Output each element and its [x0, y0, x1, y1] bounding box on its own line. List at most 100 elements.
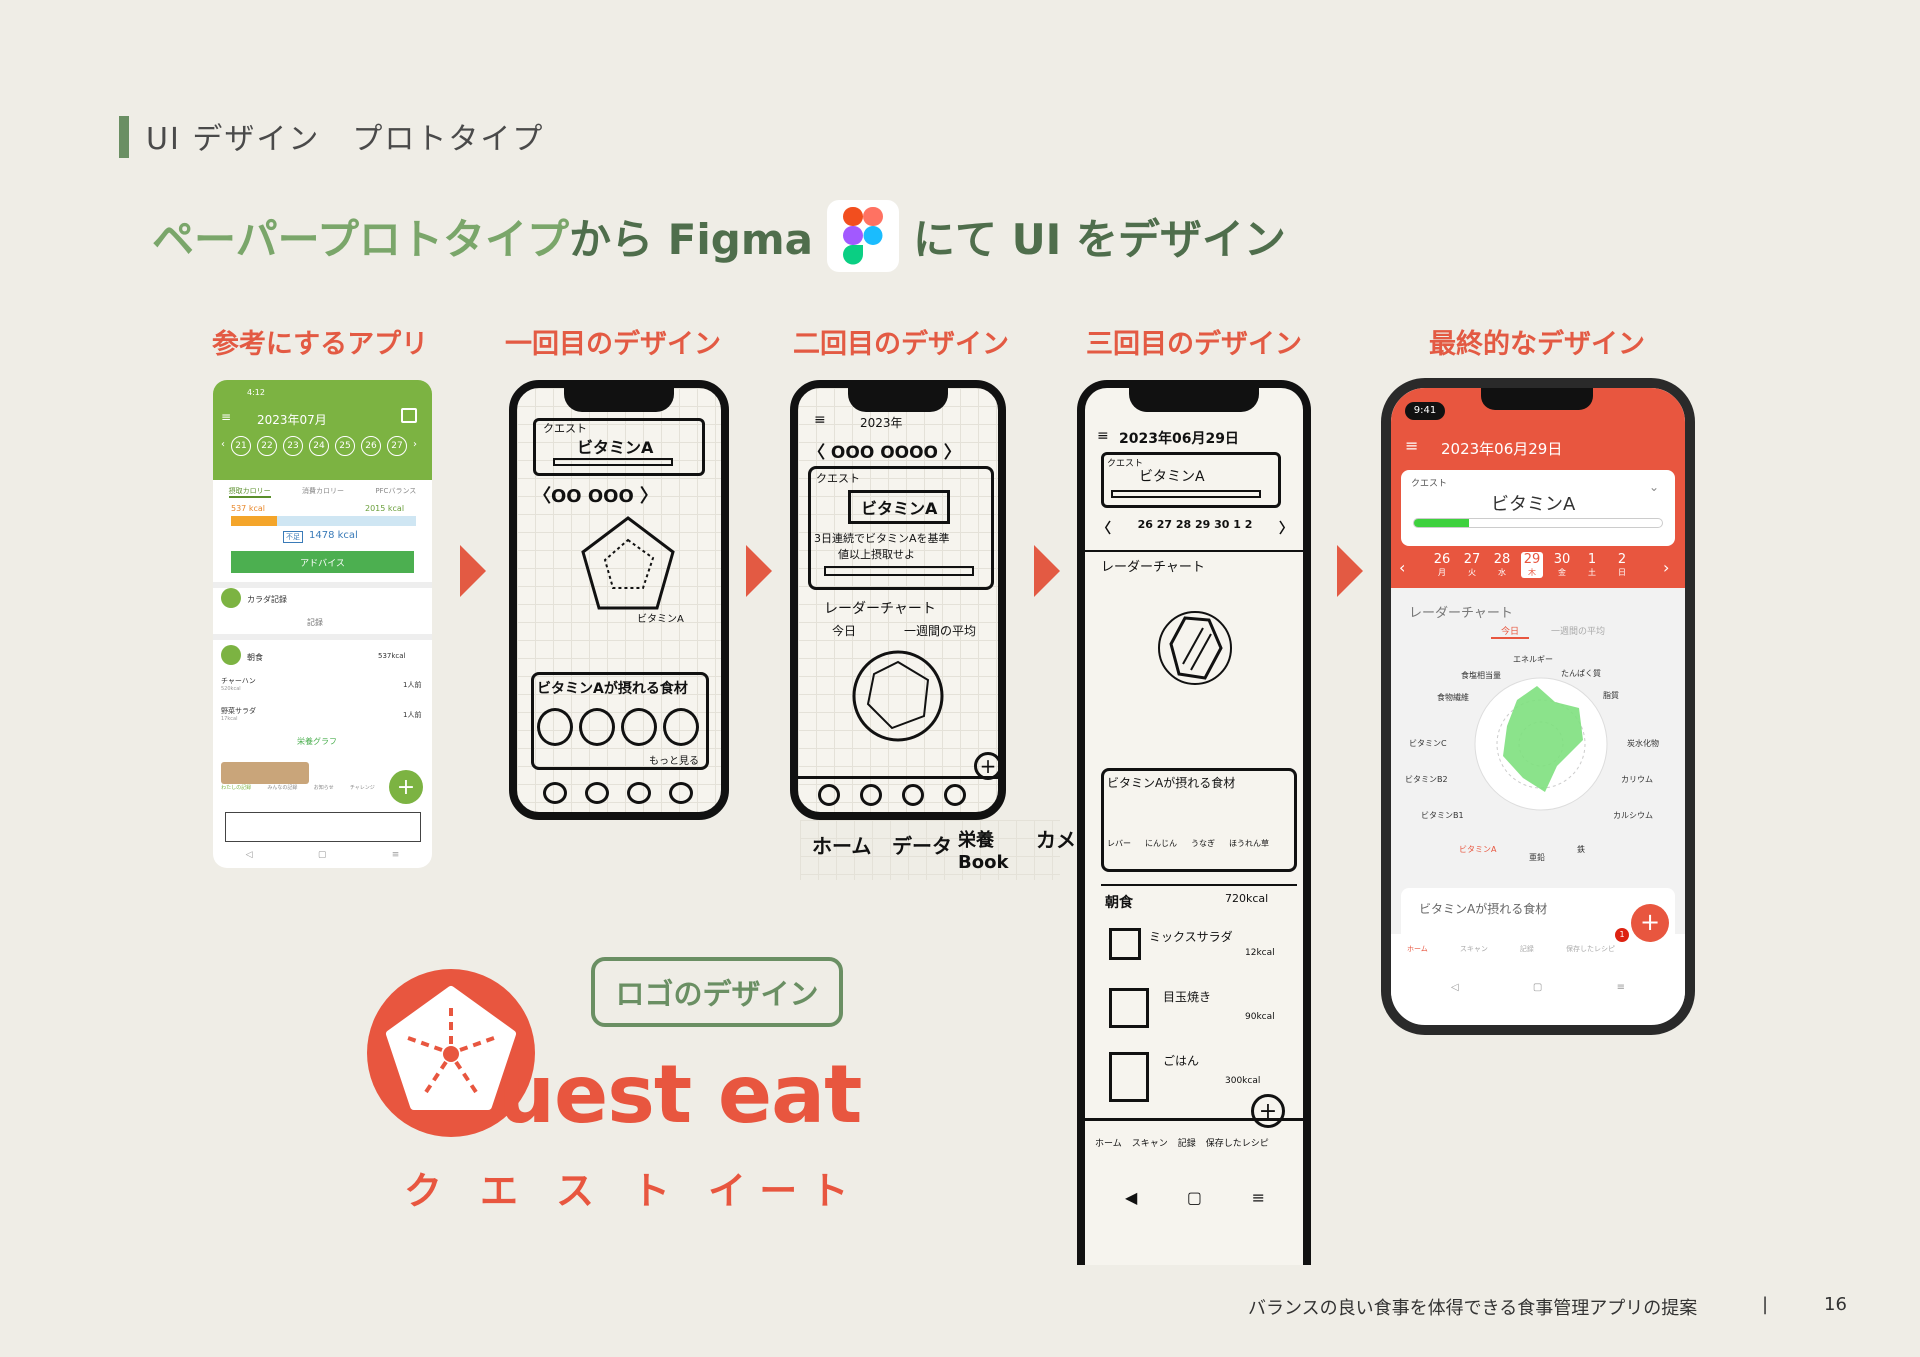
back-icon[interactable]: ◁: [1451, 982, 1459, 993]
day-item[interactable]: 30 金: [1551, 552, 1573, 578]
axis-label: 炭水化物: [1627, 739, 1659, 748]
tab-week[interactable]: 一週間の平均: [1551, 624, 1605, 637]
add-button[interactable]: +: [1251, 1094, 1285, 1128]
foods-title: ビタミンAが摂れる食材: [1107, 776, 1236, 790]
nav-item-record[interactable]: 記録: [1520, 944, 1534, 954]
nav-circle[interactable]: [860, 784, 882, 806]
nav-item[interactable]: 記録: [1178, 1136, 1196, 1149]
food-circle: [621, 708, 657, 746]
nav-circle[interactable]: [944, 784, 966, 806]
nav-circle[interactable]: [543, 782, 567, 804]
tab-week[interactable]: 一週間の平均: [904, 622, 976, 639]
day-item-selected[interactable]: 29 木: [1521, 552, 1543, 578]
day-item[interactable]: 24: [309, 436, 329, 456]
record-link[interactable]: 記録: [307, 617, 323, 628]
headline-part1: ペーパープロトタイプ: [152, 214, 570, 264]
menu-icon[interactable]: ≡: [392, 850, 400, 860]
figma-logo-icon: [826, 200, 899, 272]
meal-kcal: 537kcal: [378, 652, 406, 660]
sketch-phone-second: ≡ 2023年 〈 OOO OOOO 〉 クエスト ビタミンA 3日連続でビタミ…: [790, 380, 1006, 820]
advice-button[interactable]: アドバイス: [231, 551, 414, 573]
tab-pfc[interactable]: PFCバランス: [375, 486, 416, 498]
column-label-first: 一回目のデザイン: [505, 329, 721, 360]
day-item[interactable]: 27: [387, 436, 407, 456]
column-label-third: 三回目のデザイン: [1086, 329, 1302, 360]
home-icon[interactable]: ▢: [1533, 982, 1542, 993]
headline-part2: から Figma: [569, 214, 813, 264]
menu-icon[interactable]: ≡: [1097, 428, 1109, 444]
nav-item[interactable]: わたしの記録: [221, 784, 251, 791]
back-icon[interactable]: ◀: [1125, 1188, 1137, 1207]
status-time: 9:41: [1405, 402, 1445, 420]
day-item[interactable]: 26 月: [1431, 552, 1453, 578]
chevron-right-icon[interactable]: ›: [413, 436, 417, 456]
day-selector: ‹ 21 22 23 24 25 26 27 ›: [221, 436, 417, 456]
section-bar: [119, 116, 129, 158]
calendar-icon[interactable]: [401, 408, 417, 423]
menu-icon[interactable]: ≡: [814, 412, 826, 428]
nav-circle[interactable]: [585, 782, 609, 804]
column-label-second: 二回目のデザイン: [793, 329, 1009, 360]
dish-kcal: 12kcal: [1245, 948, 1275, 958]
chevron-left-icon[interactable]: ‹: [1399, 558, 1405, 577]
axis-label: ビタミンB1: [1421, 811, 1464, 820]
tab-today[interactable]: 今日: [832, 622, 856, 639]
annotation-home: ホーム: [812, 834, 872, 858]
day-item[interactable]: 23: [283, 436, 303, 456]
nav-item[interactable]: お知らせ: [314, 784, 334, 791]
radar-title: レーダーチャート: [1409, 606, 1513, 621]
add-button[interactable]: +: [1631, 904, 1669, 942]
chevron-right-icon[interactable]: 〉: [1279, 518, 1293, 538]
ad-banner: [225, 812, 421, 842]
nav-circle[interactable]: [818, 784, 840, 806]
nav-item[interactable]: スキャン: [1132, 1136, 1168, 1149]
day-item[interactable]: 28 水: [1491, 552, 1513, 578]
more-link[interactable]: もっと見る: [649, 752, 699, 767]
day-item[interactable]: 27 火: [1461, 552, 1483, 578]
day-item[interactable]: 2日: [1611, 552, 1633, 578]
axis-label: 脂質: [1603, 691, 1619, 700]
nutrition-graph-link[interactable]: 栄養グラフ: [297, 736, 337, 747]
day-item[interactable]: 1土: [1581, 552, 1603, 578]
chevron-right-icon[interactable]: ›: [1663, 558, 1669, 577]
menu-icon[interactable]: ≡: [1252, 1188, 1265, 1207]
menu-icon[interactable]: ≡: [1617, 982, 1625, 993]
nav-item[interactable]: 保存したレシピ: [1206, 1136, 1269, 1149]
divider: [213, 634, 432, 640]
menu-icon[interactable]: ≡: [1405, 436, 1418, 455]
back-icon[interactable]: ◁: [246, 850, 253, 860]
tab-intake[interactable]: 摂取カロリー: [228, 486, 271, 498]
day-item[interactable]: 25: [335, 436, 355, 456]
nav-item[interactable]: みんなの記録: [267, 784, 297, 791]
food-item-qty: 1人前: [403, 711, 422, 719]
chevron-left-icon[interactable]: ‹: [221, 436, 225, 456]
food-item: にんじん: [1145, 839, 1177, 848]
axis-label: 亜鉛: [1529, 853, 1545, 862]
menu-icon[interactable]: ≡: [221, 410, 231, 424]
nav-circle[interactable]: [902, 784, 924, 806]
dish-name: ごはん: [1163, 1054, 1200, 1068]
axis-label: ビタミンB2: [1405, 775, 1448, 784]
day-item[interactable]: 26: [361, 436, 381, 456]
tab-today[interactable]: 今日: [1491, 624, 1530, 639]
add-button[interactable]: +: [389, 770, 423, 804]
tab-burn[interactable]: 消費カロリー: [302, 486, 344, 498]
axis-label: ビタミンC: [1409, 739, 1447, 748]
home-icon[interactable]: ▢: [1187, 1188, 1202, 1207]
home-icon[interactable]: ▢: [318, 850, 327, 860]
nav-item-home[interactable]: ホーム: [1407, 944, 1428, 954]
final-app-screenshot: 9:41 ≡ 2023年06月29日 クエスト ビタミンA ⌄ ‹ › 26 月 …: [1381, 378, 1695, 1035]
nav-item[interactable]: チャレンジ: [350, 784, 375, 791]
calorie-progress: [231, 516, 416, 526]
day-item[interactable]: 21: [231, 436, 251, 456]
divider: [1085, 1118, 1303, 1121]
nav-circle[interactable]: [669, 782, 693, 804]
chevron-down-icon[interactable]: ⌄: [1649, 480, 1659, 494]
nav-item-scan[interactable]: スキャン: [1460, 944, 1488, 954]
nav-item-saved[interactable]: 保存したレシピ: [1566, 944, 1615, 954]
nav-circle[interactable]: [627, 782, 651, 804]
nav-item[interactable]: ホーム: [1095, 1136, 1122, 1149]
food-item: ほうれん草: [1229, 839, 1269, 848]
day-item[interactable]: 22: [257, 436, 277, 456]
chevron-left-icon[interactable]: 〈: [1097, 518, 1111, 538]
